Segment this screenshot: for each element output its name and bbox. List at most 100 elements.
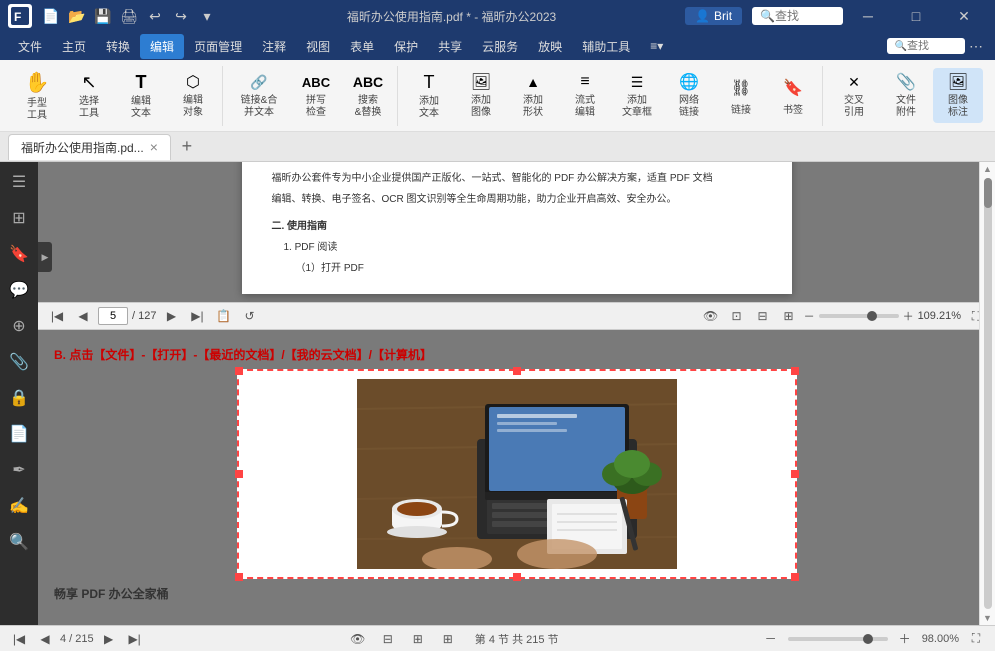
image-annot-btn[interactable]: 🖼 图像标注 bbox=[933, 68, 983, 123]
save-btn[interactable]: 💾 bbox=[92, 5, 114, 27]
scroll-thumb[interactable] bbox=[984, 178, 992, 208]
add-shape-btn[interactable]: ▲ 添加形状 bbox=[508, 68, 558, 123]
menu-search-input[interactable] bbox=[907, 40, 957, 52]
tab-add-btn[interactable]: + bbox=[175, 135, 199, 159]
edit-text-btn[interactable]: T 编辑文本 bbox=[116, 68, 166, 123]
menu-convert[interactable]: 转换 bbox=[96, 34, 140, 59]
menu-assist[interactable]: 辅助工具 bbox=[572, 34, 640, 59]
fit-page-btn[interactable]: ⛶ bbox=[965, 628, 987, 650]
sidebar-lock-icon[interactable]: 🔒 bbox=[3, 382, 35, 414]
spell-btn[interactable]: ABC 拼写检查 bbox=[291, 68, 341, 123]
handle-right-middle[interactable] bbox=[791, 470, 799, 478]
undo-btn[interactable]: ↩ bbox=[144, 5, 166, 27]
menu-annotation[interactable]: 注释 bbox=[252, 34, 296, 59]
handle-bottom-right[interactable] bbox=[791, 573, 799, 581]
handle-top-left[interactable] bbox=[235, 367, 243, 375]
handle-top-right[interactable] bbox=[791, 367, 799, 375]
menu-edit[interactable]: 编辑 bbox=[140, 34, 184, 59]
menu-view[interactable]: 视图 bbox=[296, 34, 340, 59]
menu-more-opts[interactable]: ≡▾ bbox=[640, 35, 673, 57]
menu-file[interactable]: 文件 bbox=[8, 34, 52, 59]
bookmark-btn[interactable]: 🔖 书签 bbox=[768, 68, 818, 123]
sidebar-sig-icon[interactable]: ✒ bbox=[3, 454, 35, 486]
sidebar-layers-icon[interactable]: ⊕ bbox=[3, 310, 35, 342]
print-btn[interactable]: 🖨 bbox=[118, 5, 140, 27]
handle-top-middle[interactable] bbox=[513, 367, 521, 375]
stream-edit-btn[interactable]: ≡ 流式编辑 bbox=[560, 68, 610, 123]
cross-ref-btn[interactable]: ✕ 交叉引用 bbox=[829, 68, 879, 123]
sidebar-attachment-icon[interactable]: 📎 bbox=[3, 346, 35, 378]
menu-home[interactable]: 主页 bbox=[52, 34, 96, 59]
hand-tool-btn[interactable]: ✋ 手型工具 bbox=[12, 68, 62, 123]
zoom-in-btn[interactable]: ＋ bbox=[894, 628, 916, 650]
handle-left-middle[interactable] bbox=[235, 470, 243, 478]
status-prev-btn[interactable]: ◀ bbox=[34, 628, 56, 650]
scroll-down-icon[interactable]: ▼ bbox=[981, 611, 995, 625]
open-btn[interactable]: 📂 bbox=[66, 5, 88, 27]
zoom-out-btn[interactable]: － bbox=[760, 628, 782, 650]
sidebar-page-icon[interactable]: 📄 bbox=[3, 418, 35, 450]
redo-btn[interactable]: ↪ bbox=[170, 5, 192, 27]
pdf-prev-btn[interactable]: ◀ bbox=[72, 305, 94, 327]
sidebar-bookmark-icon[interactable]: 🔖 bbox=[3, 238, 35, 270]
search-area[interactable]: 🔍 bbox=[752, 7, 843, 25]
network-link-btn[interactable]: 🌐 网络链接 bbox=[664, 68, 714, 123]
status-grid2-btn[interactable]: ⊞ bbox=[407, 628, 429, 650]
pdf-zoom-slider[interactable] bbox=[819, 314, 899, 318]
pdf-fit-btn[interactable]: ⊡ bbox=[726, 305, 748, 327]
link-merge-btn[interactable]: 🔗 链接&合并文本 bbox=[229, 68, 289, 123]
pdf-zoom-minus[interactable]: － bbox=[804, 308, 815, 324]
select-tool-btn[interactable]: ↖ 选择工具 bbox=[64, 68, 114, 123]
minimize-btn[interactable]: ─ bbox=[845, 0, 891, 32]
link-btn[interactable]: ⛓ 链接 bbox=[716, 68, 766, 123]
menu-share[interactable]: 共享 bbox=[428, 34, 472, 59]
pdf-rotate-btn[interactable]: ↺ bbox=[238, 305, 260, 327]
search-input[interactable] bbox=[775, 9, 835, 23]
image-selection-container[interactable] bbox=[237, 369, 797, 579]
pdf-zoom-plus[interactable]: ＋ bbox=[903, 308, 914, 324]
sidebar-comment-icon[interactable]: 💬 bbox=[3, 274, 35, 306]
menu-search[interactable]: 🔍 bbox=[887, 38, 965, 54]
more-btn[interactable]: ▾ bbox=[196, 5, 218, 27]
pdf-last-btn[interactable]: ▶| bbox=[186, 305, 208, 327]
pdf-zoom-thumb[interactable] bbox=[867, 311, 877, 321]
status-last-btn[interactable]: ▶| bbox=[124, 628, 146, 650]
zoom-slider[interactable] bbox=[788, 637, 888, 641]
sidebar-collapse-btn[interactable]: ▶ bbox=[38, 242, 52, 272]
zoom-thumb[interactable] bbox=[863, 634, 873, 644]
add-image-btn[interactable]: 🖼 添加图像 bbox=[456, 68, 506, 123]
pdf-page-input[interactable] bbox=[98, 307, 128, 325]
pdf-next-btn[interactable]: ▶ bbox=[160, 305, 182, 327]
status-grid1-btn[interactable]: ⊟ bbox=[377, 628, 399, 650]
pdf-grid1-btn[interactable]: ⊟ bbox=[752, 305, 774, 327]
status-eye-btn[interactable]: 👁 bbox=[347, 628, 369, 650]
menu-protect[interactable]: 保护 bbox=[384, 34, 428, 59]
tab-close-btn[interactable]: × bbox=[150, 139, 158, 155]
tab-main-doc[interactable]: 福昕办公使用指南.pd... × bbox=[8, 134, 171, 160]
handle-bottom-middle[interactable] bbox=[513, 573, 521, 581]
pdf-copy-btn[interactable]: 📋 bbox=[212, 305, 234, 327]
close-btn[interactable]: ✕ bbox=[941, 0, 987, 32]
sidebar-nav-icon[interactable]: ☰ bbox=[3, 166, 35, 198]
status-grid3-btn[interactable]: ⊞ bbox=[437, 628, 459, 650]
edit-obj-btn[interactable]: ⬡ 编辑对象 bbox=[168, 68, 218, 123]
add-flow-btn[interactable]: ☰ 添加文章框 bbox=[612, 68, 662, 123]
pdf-first-btn[interactable]: |◀ bbox=[46, 305, 68, 327]
menu-present[interactable]: 放映 bbox=[528, 34, 572, 59]
status-next-btn[interactable]: ▶ bbox=[98, 628, 120, 650]
menu-page[interactable]: 页面管理 bbox=[184, 34, 252, 59]
pdf-eye-btn[interactable]: 👁 bbox=[700, 305, 722, 327]
sidebar-search-icon[interactable]: 🔍 bbox=[3, 526, 35, 558]
menu-expand-btn[interactable]: ⋯ bbox=[965, 35, 987, 57]
search-replace-btn[interactable]: ABC 搜索&替换 bbox=[343, 68, 393, 123]
menu-form[interactable]: 表单 bbox=[340, 34, 384, 59]
audio-video-btn[interactable]: 🎵 音频&视频 bbox=[985, 68, 995, 123]
add-text-btn[interactable]: T 添加文本 bbox=[404, 68, 454, 123]
pdf-grid2-btn[interactable]: ⊞ bbox=[778, 305, 800, 327]
maximize-btn[interactable]: □ bbox=[893, 0, 939, 32]
sidebar-thumbnail-icon[interactable]: ⊞ bbox=[3, 202, 35, 234]
menu-cloud[interactable]: 云服务 bbox=[472, 34, 528, 59]
scroll-up-icon[interactable]: ▲ bbox=[981, 162, 995, 176]
user-area[interactable]: 👤 Brit bbox=[685, 7, 742, 25]
status-first-btn[interactable]: |◀ bbox=[8, 628, 30, 650]
